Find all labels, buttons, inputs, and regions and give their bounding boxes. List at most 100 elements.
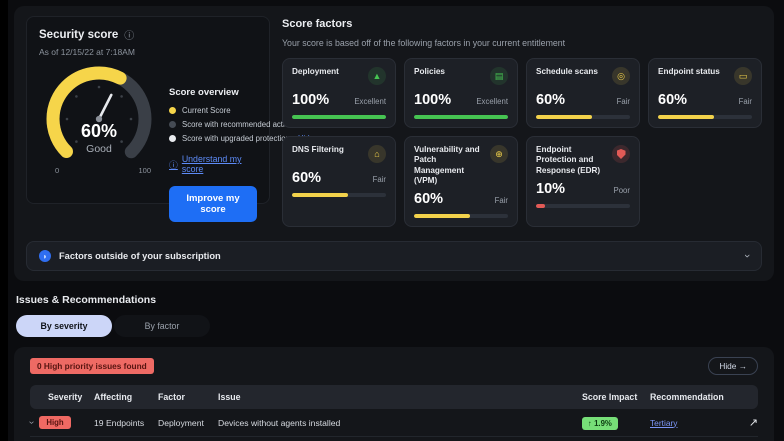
high-priority-alert-badge: 0 High priority issues found [30, 358, 154, 374]
gauge-needle [95, 93, 113, 123]
factor-percent: 60% [292, 170, 322, 186]
factor-status: Poor [613, 185, 630, 195]
issues-recommendations-title: Issues & Recommendations [16, 294, 157, 306]
factor-card[interactable]: Endpoint status ▭ 60% Fair [648, 58, 762, 128]
factor-progress-fill [414, 214, 471, 218]
scan-target-icon: ◎ [612, 67, 630, 85]
shield-glyph [616, 149, 626, 159]
factor-progress-fill [536, 115, 593, 119]
col-affecting: Affecting [94, 392, 133, 402]
col-issue: Issue [218, 392, 241, 402]
factor-status: Fair [616, 97, 630, 106]
table-row: ›High12 EndpointsDeploymentDevices witho… [30, 437, 758, 441]
factor-progress-bar [658, 115, 752, 119]
policy-document-icon: ▤ [490, 67, 508, 85]
understand-link-label: Understand my score [181, 154, 242, 174]
factor-name: Vulnerability and Patch Management (VPM) [414, 145, 480, 185]
issue-cell: Devices without agents installed [218, 417, 341, 428]
factor-name: DNS Filtering [292, 145, 344, 154]
factor-status: Fair [494, 196, 508, 205]
factor-progress-bar [414, 214, 508, 218]
factor-name: Policies [414, 67, 445, 76]
tab-by-severity[interactable]: By severity [16, 315, 112, 337]
factor-card[interactable]: Policies ▤ 100% Excellent [404, 58, 518, 128]
factor-name: Schedule scans [536, 67, 598, 76]
factor-progress-bar [536, 115, 630, 119]
recommendation-link[interactable]: Tertiary [650, 418, 724, 428]
factor-percent: 100% [414, 92, 452, 108]
factor-progress-fill [292, 115, 386, 119]
factor-percent: 60% [414, 191, 444, 207]
security-overview-panel: Security score ⓘ As of 12/15/22 at 7:18A… [14, 6, 774, 281]
security-score-title: Security score [39, 28, 119, 41]
severity-badge: High [39, 416, 71, 429]
factor-progress-fill [292, 193, 349, 197]
col-score-impact: Score Impact [582, 392, 638, 402]
patch-icon: ⊕ [490, 145, 508, 163]
subscription-info-icon: ◗ [39, 250, 51, 262]
score-impact-badge: ↑ 1.9% [582, 416, 618, 430]
col-severity: Severity [48, 392, 83, 402]
legend-item: Score with recommended actions [169, 120, 297, 129]
legend-label: Score with recommended actions [182, 120, 298, 129]
score-factors-section: Score factors Your score is based off of… [282, 16, 762, 227]
row-expand-chevron-icon[interactable]: › [26, 421, 37, 424]
improve-my-score-button[interactable]: Improve my score [169, 186, 257, 222]
severity-cell: › High [26, 416, 94, 429]
issues-table: Severity Affecting Factor Issue Score Im… [26, 385, 758, 441]
factor-name: Deployment [292, 67, 339, 76]
info-icon[interactable]: ⓘ [124, 27, 134, 42]
legend-dot-icon [169, 135, 176, 142]
legend-label: Score with upgraded protection [182, 134, 290, 143]
issues-table-header: Severity Affecting Factor Issue Score Im… [30, 385, 758, 409]
gauge-arc [46, 66, 152, 172]
dns-filter-icon: ⌂ [368, 145, 386, 163]
score-impact-cell: ↑ 1.9% [582, 416, 650, 430]
factor-progress-bar [292, 115, 386, 119]
tab-by-factor[interactable]: By factor [114, 315, 210, 337]
factor-card[interactable]: Vulnerability and Patch Management (VPM)… [404, 136, 518, 227]
gauge-status: Good [86, 143, 112, 155]
issues-table-body: › High 19 Endpoints Deployment Devices witho… [26, 409, 758, 441]
factor-name: Endpoint status [658, 67, 720, 76]
factor-card[interactable]: DNS Filtering ⌂ 60% Fair [282, 136, 396, 227]
score-factors-title: Score factors [282, 18, 353, 30]
gauge-min-label: 0 [55, 166, 60, 175]
table-row: › High 19 Endpoints Deployment Devices witho… [26, 409, 758, 437]
legend-dot-icon [169, 121, 176, 128]
score-overview: Score overview Current Score Score with r… [169, 59, 314, 222]
security-score-card: Security score ⓘ As of 12/15/22 at 7:18A… [26, 16, 314, 222]
factor-name: Endpoint Protection and Response (EDR) [536, 145, 601, 175]
legend-item: Score with upgraded protectionHide [169, 134, 314, 143]
factor-percent: 60% [536, 92, 566, 108]
external-link-icon[interactable]: ↗ [724, 416, 758, 429]
security-score-gauge: 60% Good 0 100 [39, 59, 159, 185]
chevron-down-icon[interactable]: › [741, 254, 753, 258]
shield-icon [612, 145, 630, 163]
factor-percent: 10% [536, 180, 566, 197]
col-recommendation: Recommendation [650, 392, 724, 402]
issues-tabs: By severity By factor [16, 315, 784, 337]
factors-outside-subscription-toggle[interactable]: ◗ Factors outside of your subscription › [26, 241, 762, 271]
factor-card[interactable]: Deployment ▲ 100% Excellent [282, 58, 396, 128]
factor-progress-fill [536, 203, 546, 208]
col-factor: Factor [158, 392, 185, 402]
gauge-max-label: 100 [138, 166, 151, 175]
score-timestamp: As of 12/15/22 at 7:18AM [39, 47, 135, 57]
monitor-icon: ▭ [734, 67, 752, 85]
understand-my-score-link[interactable]: ⓘ Understand my score [169, 154, 257, 174]
score-legend: Current Score Score with recommended acti… [169, 106, 314, 143]
factor-status: Excellent [354, 97, 386, 106]
legend-dot-icon [169, 107, 176, 114]
factor-card[interactable]: Endpoint Protection and Response (EDR) 10… [526, 136, 640, 227]
factor-status: Fair [372, 175, 386, 184]
rocket-icon: ▲ [368, 67, 386, 85]
factor-percent: 60% [658, 92, 688, 108]
hide-issues-button[interactable]: Hide → [708, 357, 758, 375]
outside-subscription-label: Factors outside of your subscription [59, 251, 221, 261]
score-factors-subtitle: Your score is based off of the following… [282, 38, 566, 48]
info-icon: ⓘ [169, 159, 178, 170]
factor-card[interactable]: Schedule scans ◎ 60% Fair [526, 58, 640, 128]
issues-panel: 0 High priority issues found Hide → Seve… [14, 347, 774, 441]
factor-progress-bar [414, 115, 508, 119]
